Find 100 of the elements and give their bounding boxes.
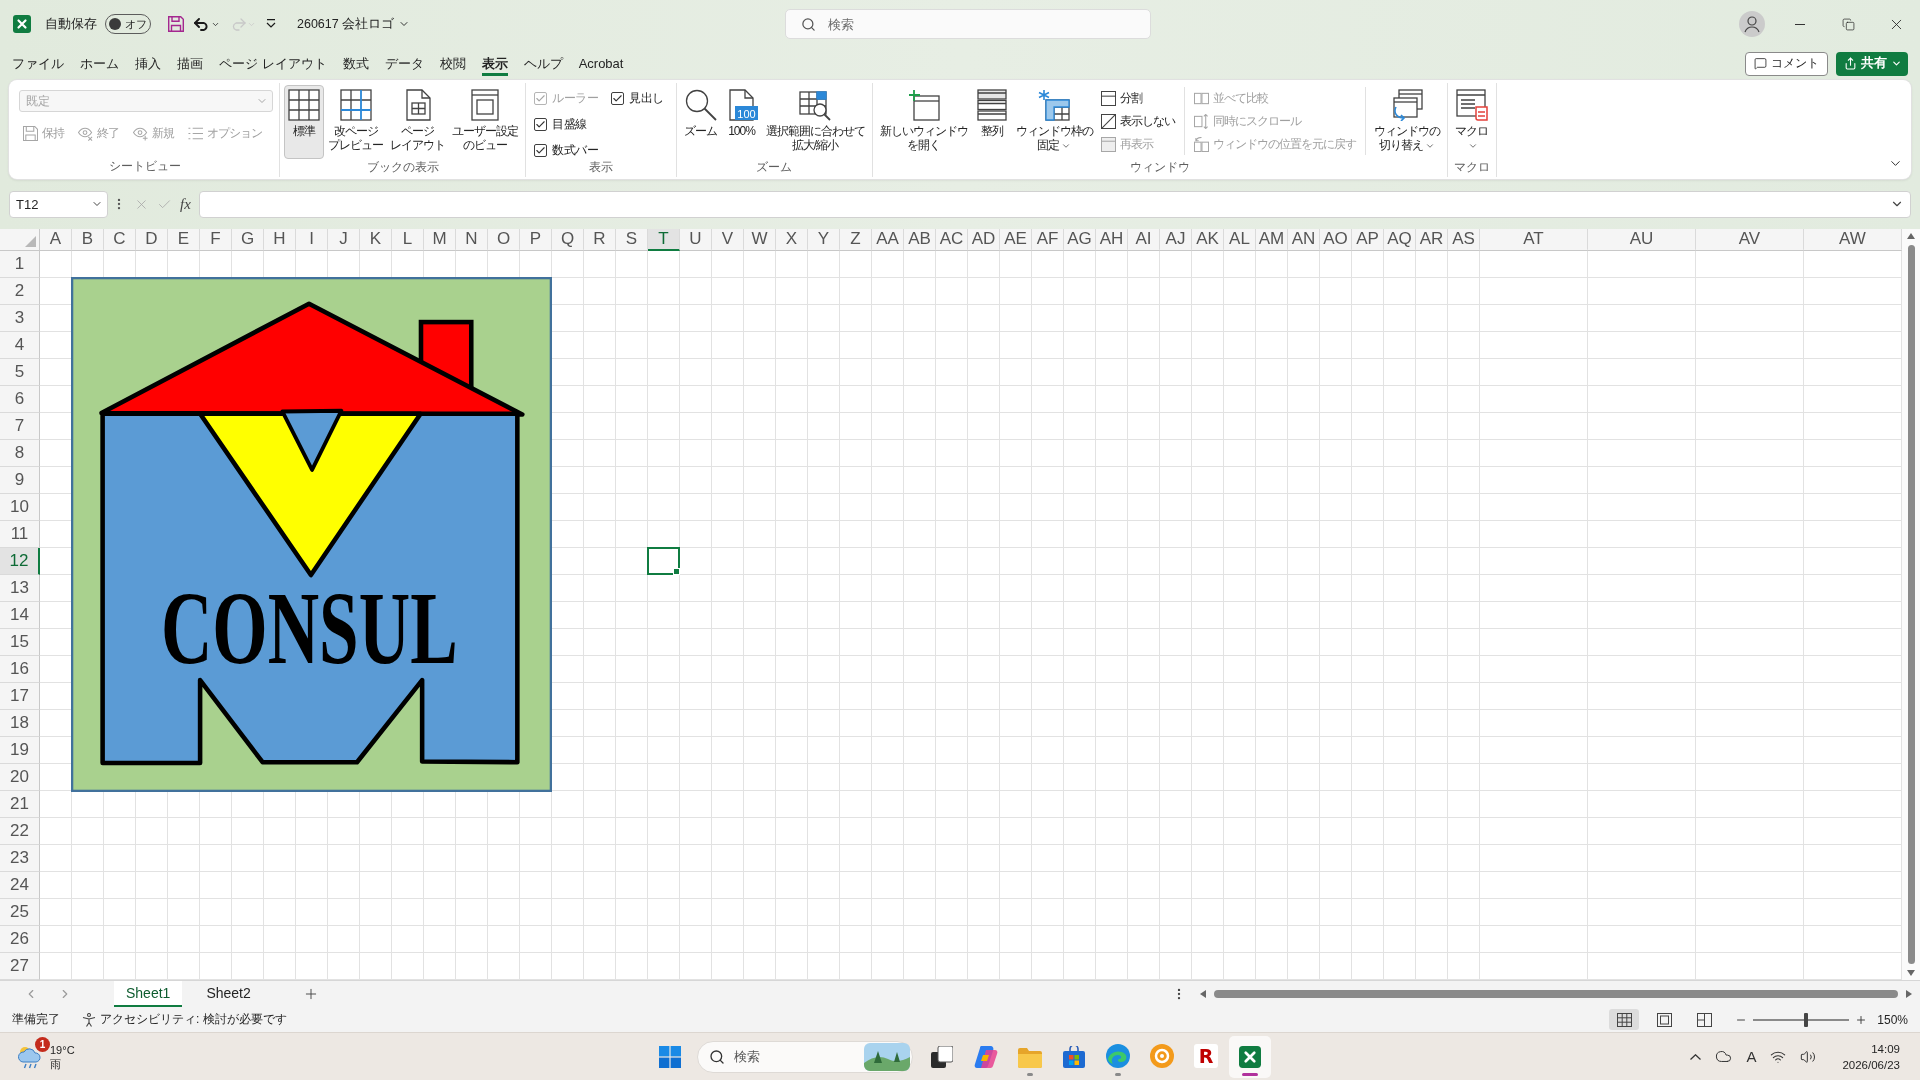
column-header[interactable]: N — [456, 229, 488, 251]
zoom-to-selection-button[interactable]: 選択範囲に合わせて拡大/縮小 — [762, 85, 868, 159]
column-header[interactable]: AC — [936, 229, 968, 251]
checkbox[interactable] — [534, 143, 547, 157]
column-header[interactable]: AH — [1096, 229, 1128, 251]
column-header[interactable]: AM — [1256, 229, 1288, 251]
row-header[interactable]: 8 — [0, 440, 40, 467]
menu-tab[interactable]: 描画 — [169, 48, 211, 79]
row-header[interactable]: 5 — [0, 359, 40, 386]
menu-tab[interactable]: Acrobat — [570, 48, 632, 79]
zoom-button[interactable]: ズーム — [680, 85, 721, 159]
normal-view-button[interactable]: 標準 — [284, 85, 324, 159]
column-header[interactable]: AI — [1128, 229, 1160, 251]
vertical-scrollbar-thumb[interactable] — [1907, 245, 1915, 964]
column-header[interactable]: AJ — [1160, 229, 1192, 251]
new-window-button[interactable]: 新しいウィンドウを開く — [876, 85, 971, 159]
menu-tab[interactable]: 挿入 — [127, 48, 169, 79]
row-header[interactable]: 1 — [0, 251, 40, 278]
column-header[interactable]: L — [392, 229, 424, 251]
column-header[interactable]: AK — [1192, 229, 1224, 251]
column-header[interactable]: I — [296, 229, 328, 251]
row-header[interactable]: 23 — [0, 845, 40, 872]
search-field[interactable]: 検索 — [785, 9, 1151, 39]
column-header[interactable]: AB — [904, 229, 936, 251]
row-header[interactable]: 4 — [0, 332, 40, 359]
menu-tab[interactable]: ファイル — [4, 48, 72, 79]
column-header[interactable]: R — [584, 229, 616, 251]
column-header[interactable]: M — [424, 229, 456, 251]
macro-button[interactable]: マクロ — [1451, 85, 1492, 159]
column-header[interactable]: AG — [1064, 229, 1096, 251]
formula-input[interactable] — [198, 190, 1911, 218]
column-header[interactable]: AF — [1032, 229, 1064, 251]
row-header[interactable]: 12 — [0, 548, 40, 575]
column-header[interactable]: T — [648, 229, 680, 251]
checkbox[interactable] — [534, 117, 547, 131]
column-header[interactable]: AU — [1588, 229, 1696, 251]
column-header[interactable]: AS — [1448, 229, 1480, 251]
row-header[interactable]: 10 — [0, 494, 40, 521]
column-header[interactable]: V — [712, 229, 744, 251]
column-header[interactable]: F — [200, 229, 232, 251]
column-header[interactable]: O — [488, 229, 520, 251]
row-header[interactable]: 17 — [0, 683, 40, 710]
sheet-tab[interactable]: Sheet2 — [194, 981, 263, 1007]
zoom-100-button[interactable]: 100 100% — [721, 85, 762, 159]
row-header[interactable]: 14 — [0, 602, 40, 629]
insert-function-button[interactable]: fx — [180, 195, 191, 213]
column-header[interactable]: Z — [840, 229, 872, 251]
horizontal-scrollbar-thumb[interactable] — [1214, 990, 1898, 998]
comment-button[interactable]: コメント — [1745, 51, 1828, 76]
freeze-panes-button[interactable]: ウィンドウ枠の固定 — [1012, 85, 1096, 159]
column-header[interactable]: U — [680, 229, 712, 251]
column-header[interactable]: AV — [1696, 229, 1804, 251]
column-header[interactable]: D — [136, 229, 168, 251]
zoom-slider-thumb[interactable] — [1804, 1012, 1809, 1027]
row-header[interactable]: 26 — [0, 926, 40, 953]
taskbar-app-button[interactable]: R — [1185, 1035, 1227, 1078]
row-header[interactable]: 6 — [0, 386, 40, 413]
row-header[interactable]: 2 — [0, 278, 40, 305]
sheet-tab[interactable]: Sheet1 — [114, 981, 183, 1007]
row-header[interactable]: 16 — [0, 656, 40, 683]
column-header[interactable]: P — [520, 229, 552, 251]
column-header[interactable]: H — [264, 229, 296, 251]
row-header[interactable]: 9 — [0, 467, 40, 494]
switch-windows-button[interactable]: ウィンドウの切り替え — [1370, 85, 1443, 159]
file-name-button[interactable]: 260617 会社ロゴ — [293, 10, 415, 38]
column-header[interactable]: G — [232, 229, 264, 251]
column-header[interactable]: AR — [1416, 229, 1448, 251]
menu-tab[interactable]: 校閲 — [431, 48, 474, 79]
view-mode-button[interactable] — [1609, 1009, 1640, 1030]
row-header[interactable]: 21 — [0, 791, 40, 818]
column-header[interactable]: AD — [968, 229, 1000, 251]
column-header[interactable]: AT — [1480, 229, 1588, 251]
page-layout-button[interactable]: ページレイアウト — [387, 85, 448, 159]
column-header[interactable]: AP — [1352, 229, 1384, 251]
menu-tab[interactable]: 数式 — [334, 48, 377, 79]
row-header[interactable]: 20 — [0, 764, 40, 791]
column-header[interactable]: AO — [1320, 229, 1352, 251]
column-header[interactable]: A — [40, 229, 72, 251]
name-box[interactable]: T12 — [9, 190, 108, 218]
row-header[interactable]: 24 — [0, 872, 40, 899]
menu-tab[interactable]: ページ レイアウト — [211, 48, 335, 79]
hide-button[interactable]: 表示しない — [1098, 111, 1177, 132]
column-header[interactable]: C — [104, 229, 136, 251]
row-header[interactable]: 13 — [0, 575, 40, 602]
menu-tab[interactable]: データ — [376, 48, 432, 79]
checkbox[interactable] — [611, 91, 624, 105]
column-header[interactable]: E — [168, 229, 200, 251]
split-button[interactable]: 分割 — [1098, 88, 1177, 109]
menu-tab[interactable]: ヘルプ — [515, 48, 571, 79]
column-header[interactable]: W — [744, 229, 776, 251]
share-button[interactable]: 共有 — [1836, 51, 1908, 76]
menu-tab[interactable]: ホーム — [72, 48, 127, 79]
row-header[interactable]: 18 — [0, 710, 40, 737]
row-header[interactable]: 7 — [0, 413, 40, 440]
page-break-preview-button[interactable]: 改ページプレビュー — [325, 85, 386, 159]
column-header[interactable]: B — [72, 229, 104, 251]
row-header[interactable]: 3 — [0, 305, 40, 332]
column-header[interactable]: Y — [808, 229, 840, 251]
column-header[interactable]: K — [360, 229, 392, 251]
row-header[interactable]: 15 — [0, 629, 40, 656]
